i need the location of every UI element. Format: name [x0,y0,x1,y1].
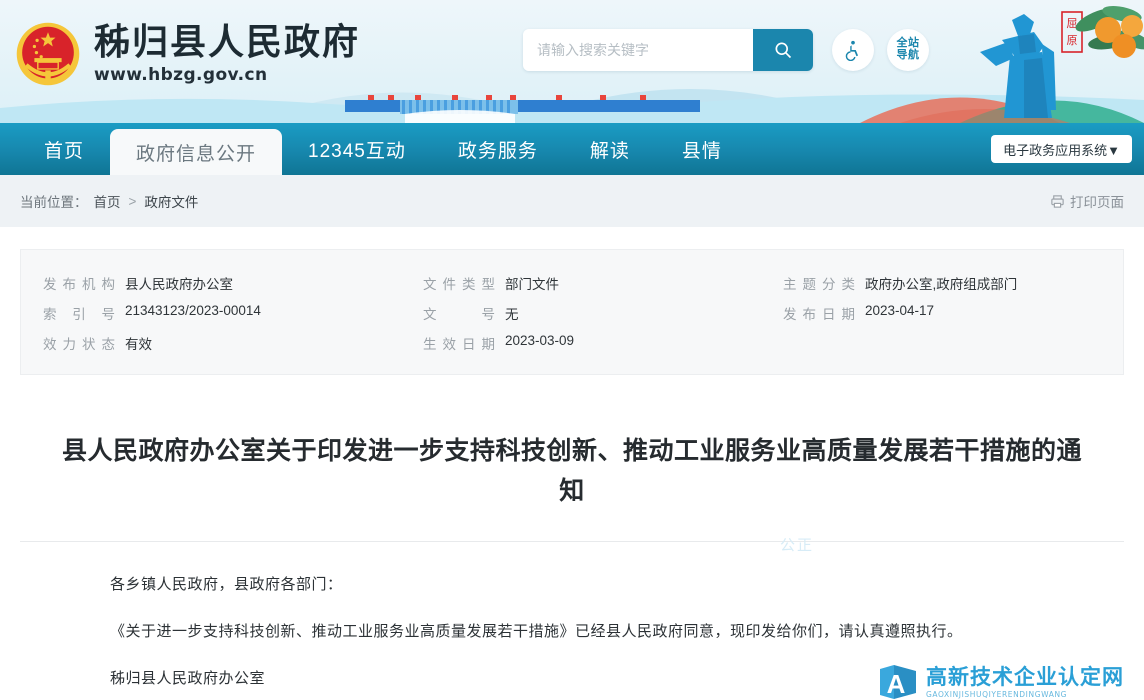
meta-value: 2023-04-17 [865,303,935,318]
meta-cell-index-number: 索引号 21343123/2023-00014 [43,298,423,328]
search-input[interactable] [523,29,753,71]
breadcrumb-prefix: 当前位置： [20,195,88,210]
site-nav-button[interactable]: 全站 导航 [887,29,929,71]
meta-value: 部门文件 [505,277,559,292]
meta-key: 文号 [423,307,495,322]
breadcrumb-home[interactable]: 首页 [94,191,121,211]
meta-cell-doc-type: 文件类型 部门文件 [423,268,783,298]
document-title: 县人民政府办公室关于印发进一步支持科技创新、推动工业服务业高质量发展若干措施的通… [61,437,1082,505]
wheelchair-accessibility-icon [845,40,859,61]
print-page-label: 打印页面 [1070,195,1124,210]
breadcrumb-bar: 当前位置： 首页 > 政府文件 打印页面 [0,175,1144,227]
breadcrumb: 当前位置： 首页 > 政府文件 [20,191,198,211]
main-navigation: 首页 政府信息公开 12345互动 政务服务 解读 县情 电子政务应用系统▼ [0,123,1144,175]
meta-key: 主题分类 [783,277,855,292]
printer-icon [1051,194,1064,208]
china-national-emblem-icon [16,22,80,86]
meta-cell-effective-date: 生效日期 2023-03-09 [423,328,783,358]
meta-value: 2023-03-09 [505,333,575,348]
meta-key: 文件类型 [423,277,495,292]
document-paragraph-1: 《关于进一步支持科技创新、推动工业服务业高质量发展若干措施》已经县人民政府同意，… [110,623,963,640]
meta-value: 县人民政府办公室 [125,277,233,292]
meta-key: 索引号 [43,307,115,322]
meta-key: 发布日期 [783,307,855,322]
document-signature: 秭归县人民政府办公室 [110,670,266,687]
site-search[interactable] [523,29,813,71]
meta-key: 生效日期 [423,337,495,352]
site-url: www.hbzg.gov.cn [94,64,268,85]
nav-item-interpretation[interactable]: 解读 [564,123,656,175]
accessibility-button[interactable] [832,29,874,71]
document-body: 公正 各乡镇人民政府，县政府各部门： 《关于进一步支持科技创新、推动工业服务业高… [20,537,1124,699]
page-body: 当前位置： 首页 > 政府文件 打印页面 发布机构 县人民政府办公室 文件类型 … [0,175,1144,699]
meta-cell-validity-status: 效力状态 有效 [43,328,423,358]
meta-value: 无 [505,307,519,322]
site-brand[interactable]: 秭归县人民政府 www.hbzg.gov.cn [14,20,360,88]
search-button[interactable] [753,29,813,71]
meta-cell-publish-date: 发布日期 2023-04-17 [783,298,1101,328]
search-icon [775,42,792,59]
site-title: 秭归县人民政府 [94,22,361,63]
nav-item-home[interactable]: 首页 [18,123,110,175]
nav-item-list: 首页 政府信息公开 12345互动 政务服务 解读 县情 [0,123,748,175]
document-salutation: 各乡镇人民政府，县政府各部门： [110,576,343,593]
svg-text:原: 原 [1067,35,1078,47]
egov-system-dropdown[interactable]: 电子政务应用系统▼ [991,135,1132,163]
meta-key: 发布机构 [43,277,115,292]
site-header: 秭归县人民政府 www.hbzg.gov.cn 全站 导航 [0,0,1144,123]
print-page-button[interactable]: 打印页面 [1050,191,1124,211]
meta-value: 政府办公室,政府组成部门 [865,277,1018,292]
nav-item-county-profile[interactable]: 县情 [656,123,748,175]
breadcrumb-separator: > [128,193,137,209]
meta-value: 有效 [125,337,152,352]
text-watermark: 公正 [780,537,815,554]
meta-cell-topic-category: 主题分类 政府办公室,政府组成部门 [783,268,1101,298]
meta-cell-publisher: 发布机构 县人民政府办公室 [43,268,423,298]
site-nav-label-line2: 导航 [896,49,920,61]
nav-item-gov-info-disclosure[interactable]: 政府信息公开 [110,129,283,175]
meta-cell-doc-number: 文号 无 [423,298,783,328]
meta-key: 效力状态 [43,337,115,352]
nav-item-gov-services[interactable]: 政务服务 [432,123,564,175]
breadcrumb-current[interactable]: 政府文件 [144,191,198,211]
nav-item-12345[interactable]: 12345互动 [282,123,432,175]
meta-value: 21343123/2023-00014 [125,303,261,318]
content-area: 发布机构 县人民政府办公室 文件类型 部门文件 主题分类 政府办公室,政府组成部… [0,249,1144,699]
document-metadata-table: 发布机构 县人民政府办公室 文件类型 部门文件 主题分类 政府办公室,政府组成部… [20,249,1124,375]
